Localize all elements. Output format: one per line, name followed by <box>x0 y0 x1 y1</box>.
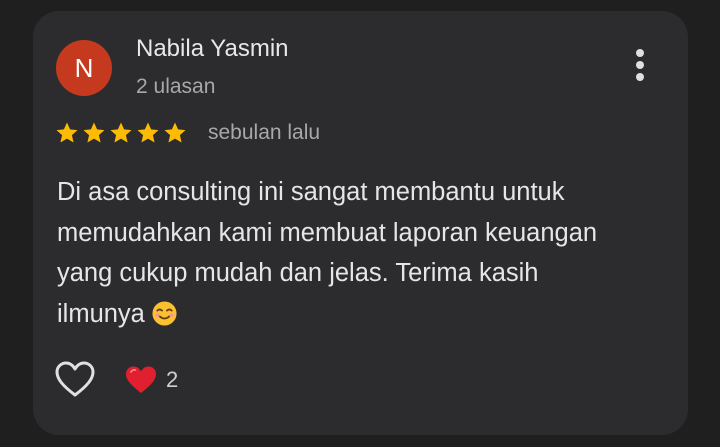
star-rating <box>55 120 190 146</box>
red-heart-icon <box>126 366 156 393</box>
more-vertical-icon <box>636 49 644 81</box>
avatar[interactable]: N <box>56 40 112 96</box>
star-icon <box>164 122 186 143</box>
star-icon <box>83 122 105 143</box>
review-text-line: yang cukup mudah dan jelas. Terima kasih <box>57 259 539 287</box>
review-time: sebulan lalu <box>208 121 321 144</box>
reaction-summary[interactable]: 2 <box>124 364 178 396</box>
review-text-line: Di asa consulting ini sangat membantu un… <box>57 178 565 206</box>
review-text: Di asa consulting ini sangat membantu un… <box>57 172 669 334</box>
star-icon <box>110 122 132 143</box>
review-card: N Nabila Yasmin 2 ulasan sebulan lalu Di… <box>33 11 688 435</box>
author-review-count: 2 ulasan <box>136 75 216 98</box>
author-name[interactable]: Nabila Yasmin <box>136 35 289 63</box>
star-icon <box>56 122 78 143</box>
star-icon <box>137 122 159 143</box>
like-button[interactable] <box>53 360 97 400</box>
smiling-face-emoji <box>152 300 177 326</box>
review-text-line: memudahkan kami membuat laporan keuangan <box>57 218 598 247</box>
review-text-line-last: ilmunya <box>57 294 669 335</box>
reaction-count: 2 <box>166 367 179 392</box>
heart-outline-icon <box>55 361 95 397</box>
more-options-button[interactable] <box>625 47 655 87</box>
review-text-last-words: ilmunya <box>57 299 145 328</box>
